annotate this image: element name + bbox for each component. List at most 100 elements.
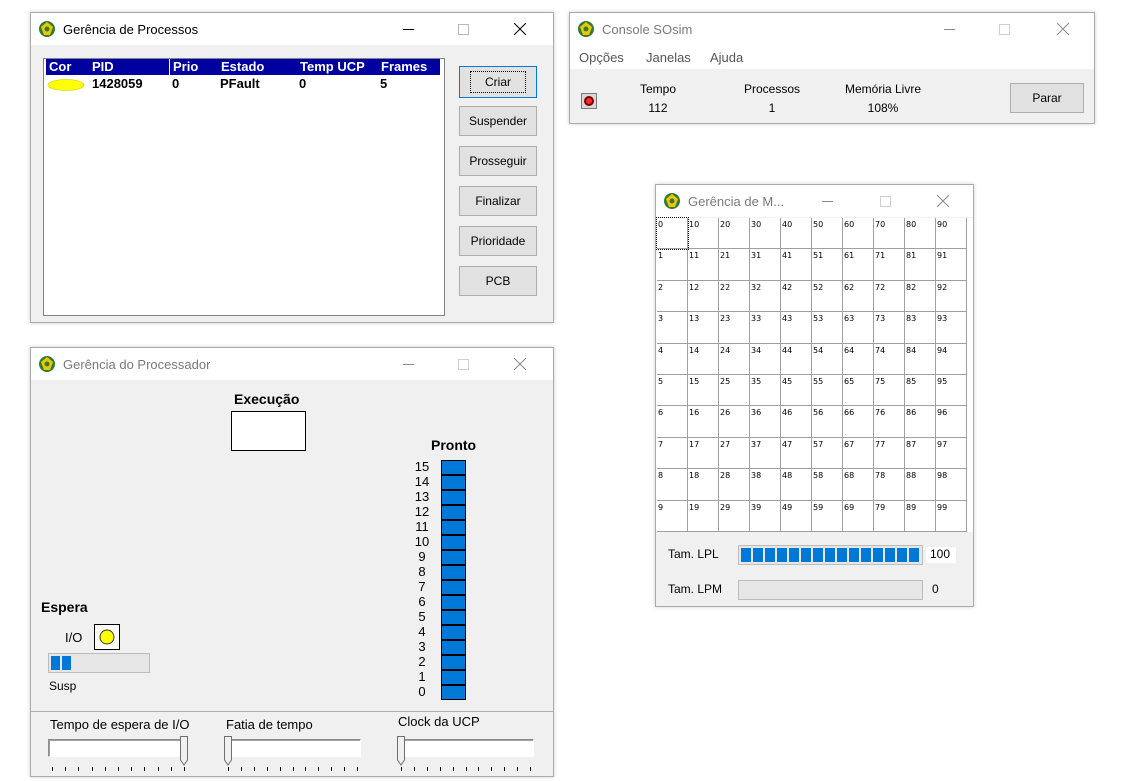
menu-opcoes[interactable]: Opções <box>579 50 624 65</box>
parar-button[interactable]: Parar <box>1010 83 1084 113</box>
close-button[interactable] <box>497 13 543 45</box>
maximize-button[interactable] <box>440 348 486 380</box>
pronto-level-number: 13 <box>414 489 430 504</box>
maximize-button[interactable] <box>981 13 1027 45</box>
stat-memoria-value: 108% <box>867 101 899 115</box>
fatia-slider-thumb[interactable] <box>224 736 232 766</box>
memory-frame: 4 <box>657 343 688 375</box>
lpm-progress-bar <box>738 580 923 600</box>
process-prio: 0 <box>172 76 180 91</box>
memory-frame: 14 <box>688 343 719 375</box>
suspender-button[interactable]: Suspender <box>459 106 537 136</box>
pronto-level-number: 3 <box>418 639 426 654</box>
fatia-slider[interactable] <box>224 739 361 757</box>
process-table[interactable]: Cor PID Prio Estado Temp UCP Frames 1428… <box>43 58 445 316</box>
memory-frame: 52 <box>812 280 843 313</box>
memory-frame: 69 <box>843 500 874 532</box>
stat-tempo-label: Tempo <box>639 82 677 96</box>
memory-frame: 23 <box>719 312 750 344</box>
memory-frame: 97 <box>936 437 967 470</box>
memory-frame: 56 <box>812 406 843 438</box>
minimize-button[interactable] <box>804 185 850 217</box>
memory-frame: 68 <box>843 469 874 501</box>
slider-tick <box>157 767 159 771</box>
memory-frame: 49 <box>781 500 812 532</box>
memory-frame: 78 <box>874 469 905 501</box>
maximize-button[interactable] <box>440 13 486 45</box>
menu-janelas[interactable]: Janelas <box>646 50 691 65</box>
table-row[interactable]: 1428059 0 PFault 0 5 <box>44 76 444 93</box>
slider-tick <box>344 767 346 771</box>
memory-frame: 44 <box>781 343 812 375</box>
column-header-temp-ucp[interactable]: Temp UCP <box>297 59 378 75</box>
pronto-queue-slot <box>441 475 466 490</box>
prioridade-button[interactable]: Prioridade <box>459 226 537 256</box>
espera-io-slider[interactable] <box>48 739 188 757</box>
slider-tick <box>292 767 294 771</box>
progress-segment <box>849 548 859 562</box>
minimize-button[interactable] <box>385 13 431 45</box>
pronto-level-number: 15 <box>414 459 430 474</box>
memory-frame: 15 <box>688 375 719 407</box>
process-manager-window: Gerência de Processos Cor PID Prio Estad… <box>30 12 554 323</box>
memory-frame: 76 <box>874 406 905 438</box>
memory-frame: 87 <box>905 437 936 470</box>
column-header-frames[interactable]: Frames <box>378 59 440 75</box>
slider-tick <box>331 767 333 771</box>
close-button[interactable] <box>920 185 966 217</box>
susp-progress-bar <box>48 653 150 673</box>
memory-frame: 79 <box>874 500 905 532</box>
slider-tick <box>357 767 358 771</box>
column-header-pid[interactable]: PID <box>90 59 169 75</box>
close-button[interactable] <box>497 348 543 380</box>
io-process-icon <box>99 629 115 645</box>
memory-frame: 21 <box>719 249 750 281</box>
clock-slider[interactable] <box>397 739 534 757</box>
susp-segment <box>62 656 71 670</box>
memory-frame: 70 <box>874 218 905 250</box>
minimize-button[interactable] <box>926 13 972 45</box>
memory-frame: 45 <box>781 375 812 407</box>
column-header-estado[interactable]: Estado <box>218 59 297 75</box>
pronto-level-number: 8 <box>418 564 426 579</box>
memory-frame: 95 <box>936 375 967 407</box>
pcb-button[interactable]: PCB <box>459 266 537 296</box>
prosseguir-button[interactable]: Prosseguir <box>459 146 537 176</box>
slider-tick <box>266 767 268 771</box>
memory-frame: 47 <box>781 437 812 470</box>
pronto-level-number: 12 <box>414 504 430 519</box>
progress-segment <box>885 548 895 562</box>
slider-tick <box>144 767 146 771</box>
window-title: Gerência do Processador <box>63 356 211 372</box>
memory-frame: 64 <box>843 343 874 375</box>
slider-tick <box>318 767 320 771</box>
memory-frame: 83 <box>905 312 936 344</box>
memory-frame: 9 <box>657 500 688 532</box>
espera-io-slider-thumb[interactable] <box>180 736 188 766</box>
pronto-level-number: 5 <box>418 609 426 624</box>
process-pid: 1428059 <box>92 76 143 91</box>
maximize-button[interactable] <box>862 185 908 217</box>
record-icon[interactable] <box>581 93 597 109</box>
menu-ajuda[interactable]: Ajuda <box>710 50 743 65</box>
memory-frame: 18 <box>688 469 719 501</box>
criar-button[interactable]: Criar <box>459 66 537 98</box>
clock-slider-thumb[interactable] <box>397 736 405 766</box>
progress-segment <box>765 548 775 562</box>
process-estado: PFault <box>220 76 260 91</box>
slider-tick <box>91 767 93 771</box>
memory-frame: 55 <box>812 375 843 407</box>
memory-frame: 37 <box>750 437 781 470</box>
window-title: Console SOsim <box>602 21 693 37</box>
column-header-cor[interactable]: Cor <box>46 59 90 75</box>
memory-frame: 19 <box>688 500 719 532</box>
memory-frame: 50 <box>812 218 843 250</box>
finalizar-button[interactable]: Finalizar <box>459 186 537 216</box>
memory-frame: 63 <box>843 312 874 344</box>
pronto-queue-slot <box>441 535 466 550</box>
minimize-button[interactable] <box>385 348 431 380</box>
process-color-swatch <box>47 79 85 91</box>
column-header-prio[interactable]: Prio <box>170 59 218 75</box>
close-button[interactable] <box>1040 13 1086 45</box>
memory-frame: 22 <box>719 280 750 313</box>
